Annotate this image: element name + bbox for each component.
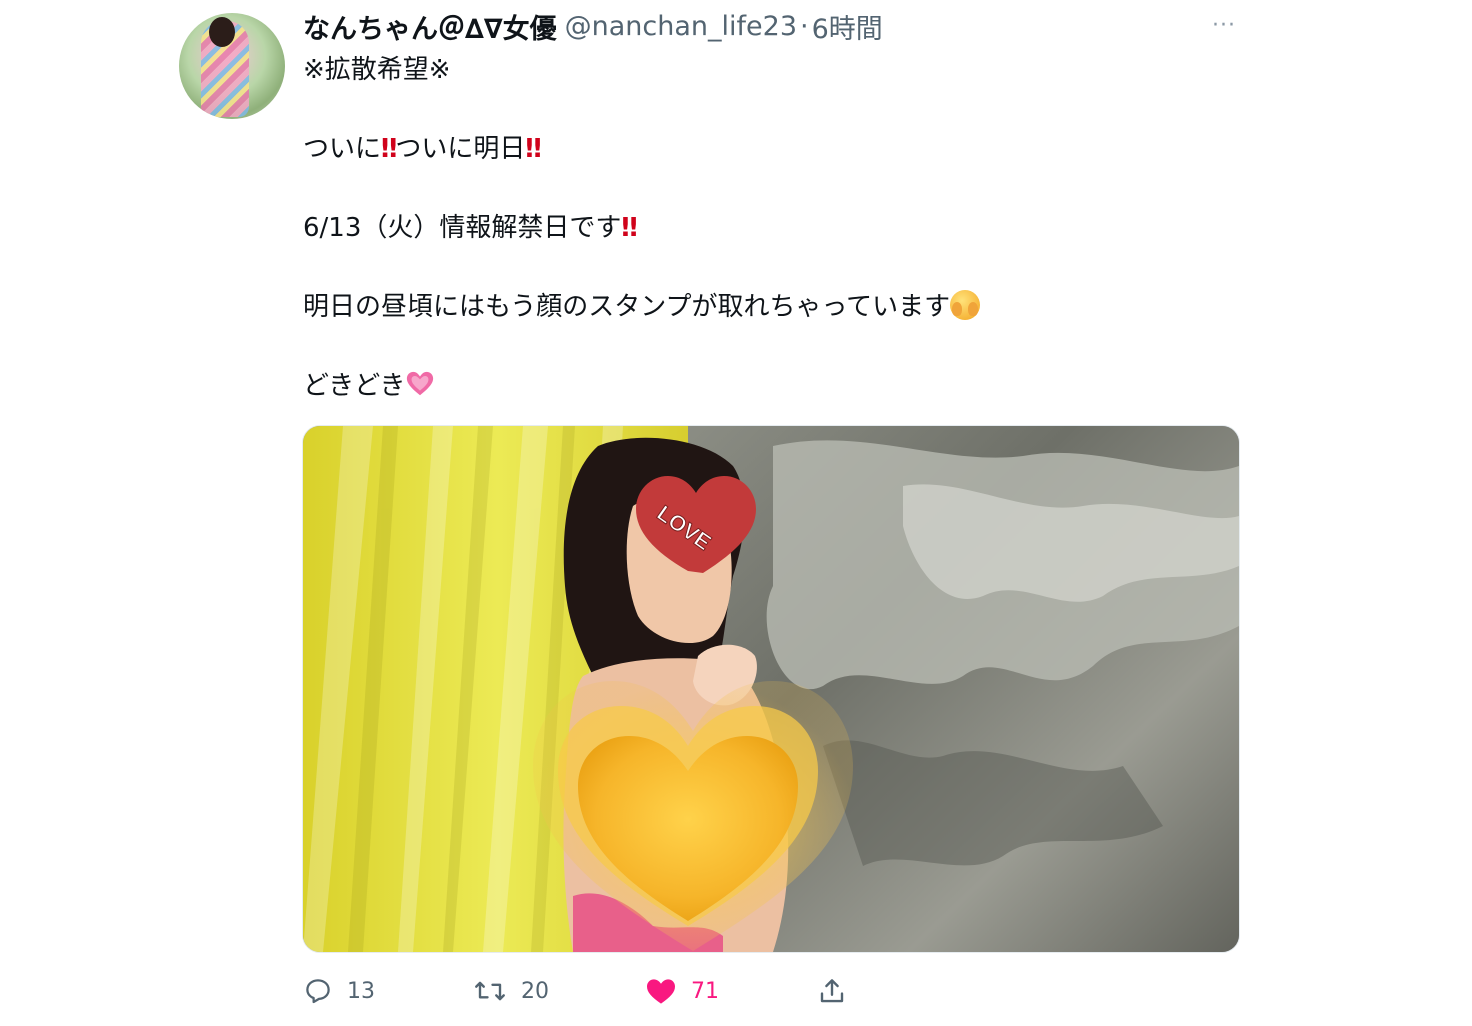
text-line-2: ついに‼ついに明日‼ [303,129,1243,169]
heart-filled-icon [647,979,675,1004]
text-line-5-text: どきどき [303,371,406,401]
double-exclamation-icon: ‼ [381,134,397,164]
photo-image: LOVE [303,426,1239,952]
reply-count: 13 [347,978,375,1004]
avatar[interactable] [179,13,285,119]
shocked-face-icon [950,290,981,320]
text-line-4: 明日の昼頃にはもう顔のスタンプが取れちゃっています [303,287,1243,327]
text-line-3: 6/13（火）情報解禁日です‼ [303,208,1243,248]
text-line-5: どきどき [303,366,1243,406]
retweet-count: 20 [521,978,549,1004]
tweet-photo[interactable]: LOVE [302,425,1240,953]
double-exclamation-icon: ‼ [621,213,637,243]
share-icon [820,979,844,1003]
text-line-4-text: 明日の昼頃にはもう顔のスタンプが取れちゃっています [303,292,951,322]
more-options-icon[interactable]: ··· [1210,13,1238,38]
timestamp[interactable]: 6時間 [812,7,883,46]
like-button[interactable]: 71 [645,970,719,1012]
tweet: なんちゃん＠∆∇女優 @nanchan_life23 · 6時間 ··· ※拡散… [0,0,1472,1026]
text-line-2b: ついに明日 [395,134,526,164]
share-button[interactable] [817,970,847,1012]
retweet-button[interactable]: 20 [473,970,549,1012]
separator-dot: · [800,10,809,42]
like-count: 71 [691,978,719,1004]
text-line-3-text: 6/13（火）情報解禁日です [303,213,622,243]
growing-heart-icon [407,371,434,396]
text-line-1: ※拡散希望※ [303,55,451,85]
retweet-icon [475,981,505,1001]
double-exclamation-icon: ‼ [525,134,541,164]
text-line-2a: ついに [303,134,382,164]
tweet-text: ※拡散希望※ ついに‼ついに明日‼ 6/13（火）情報解禁日です‼ 明日の昼頃に… [303,50,1243,406]
reply-icon [306,979,330,1004]
tweet-header: なんちゃん＠∆∇女優 @nanchan_life23 · 6時間 [303,6,883,46]
display-name[interactable]: なんちゃん＠∆∇女優 [303,7,557,46]
reply-button[interactable]: 13 [303,970,375,1012]
action-bar: 13 20 71 [303,970,923,1012]
avatar-hair [209,17,235,47]
user-handle[interactable]: @nanchan_life23 [565,11,797,42]
